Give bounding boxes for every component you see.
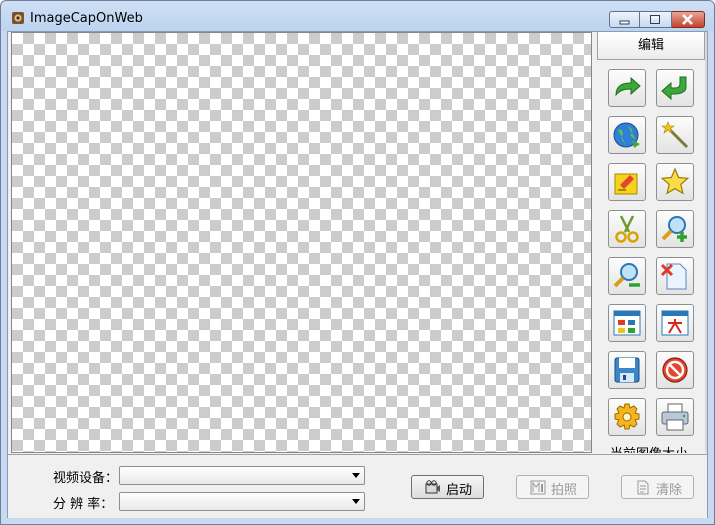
note-button[interactable] — [608, 163, 646, 201]
clear-button[interactable]: 清除 — [621, 475, 694, 499]
layout-button[interactable] — [608, 304, 646, 342]
cut-button[interactable] — [608, 210, 646, 248]
magic-wand-button[interactable] — [656, 116, 694, 154]
resolution-select[interactable] — [119, 492, 365, 511]
print-button[interactable] — [656, 398, 694, 436]
edit-toolbox: 编辑 — [597, 32, 707, 453]
client-area: 编辑 视频设备： 分 辨 率： 启动 拍照 清除 — [7, 31, 708, 518]
toolbox-edge — [705, 32, 707, 453]
star-icon — [660, 167, 690, 195]
settings-button[interactable] — [608, 398, 646, 436]
save-disk-icon — [614, 357, 640, 383]
favorite-button[interactable] — [656, 163, 694, 201]
delete-page-button[interactable] — [656, 257, 694, 295]
delete-page-icon — [660, 263, 687, 290]
zoom-in-icon — [661, 216, 687, 242]
cancel-button[interactable] — [656, 351, 694, 389]
minimize-button[interactable] — [609, 11, 640, 28]
globe-icon — [613, 122, 640, 148]
window-title: ImageCapOnWeb — [30, 11, 143, 26]
zoom-out-icon — [613, 263, 640, 288]
chevron-down-icon — [352, 473, 360, 478]
maximize-button[interactable] — [640, 11, 672, 28]
title-bar[interactable]: ImageCapOnWeb — [1, 1, 714, 31]
image-preview-canvas[interactable] — [11, 32, 592, 453]
current-image-size-label: 当前图像大小 — [610, 443, 688, 453]
capture-controls: 视频设备： 分 辨 率： 启动 拍照 清除 — [8, 454, 707, 518]
redo-arrow-icon — [615, 76, 641, 97]
resolution-label: 分 辨 率： — [53, 497, 114, 512]
undo-button[interactable] — [656, 69, 694, 107]
text-calendar-icon — [661, 310, 689, 336]
close-button[interactable] — [672, 11, 705, 28]
text-button[interactable] — [656, 304, 694, 342]
web-button[interactable] — [608, 116, 646, 154]
camera-app-icon — [12, 12, 24, 24]
app-window: ImageCapOnWeb 编辑 视频设备： 分 辨 率： 启动 拍照 清除 — [0, 0, 715, 525]
save-button[interactable] — [608, 351, 646, 389]
undo-arrow-icon — [661, 76, 687, 101]
start-button[interactable]: 启动 — [411, 475, 484, 499]
color-grid-icon — [613, 310, 641, 336]
zoom-in-button[interactable] — [656, 210, 694, 248]
highlight-note-icon — [614, 173, 638, 195]
toolbox-header: 编辑 — [597, 32, 705, 60]
settings-gear-icon — [614, 403, 640, 430]
minimize-icon — [619, 20, 630, 25]
video-device-select[interactable] — [119, 466, 365, 485]
zoom-out-button[interactable] — [608, 257, 646, 295]
close-icon — [682, 14, 693, 25]
capture-button-label: 拍照 — [551, 483, 578, 498]
photo-frame-icon — [530, 480, 546, 495]
cancel-icon — [662, 357, 688, 383]
scissors-icon — [615, 215, 639, 243]
chevron-down-icon — [352, 499, 360, 504]
maximize-icon — [650, 15, 660, 24]
redo-button[interactable] — [608, 69, 646, 107]
magic-wand-icon — [661, 121, 689, 149]
capture-button[interactable]: 拍照 — [516, 475, 589, 499]
camera-icon — [425, 480, 440, 494]
start-button-label: 启动 — [446, 483, 473, 498]
video-device-label: 视频设备： — [53, 471, 119, 486]
clear-button-label: 清除 — [656, 483, 683, 498]
document-icon — [637, 480, 649, 495]
printer-icon — [661, 403, 689, 431]
